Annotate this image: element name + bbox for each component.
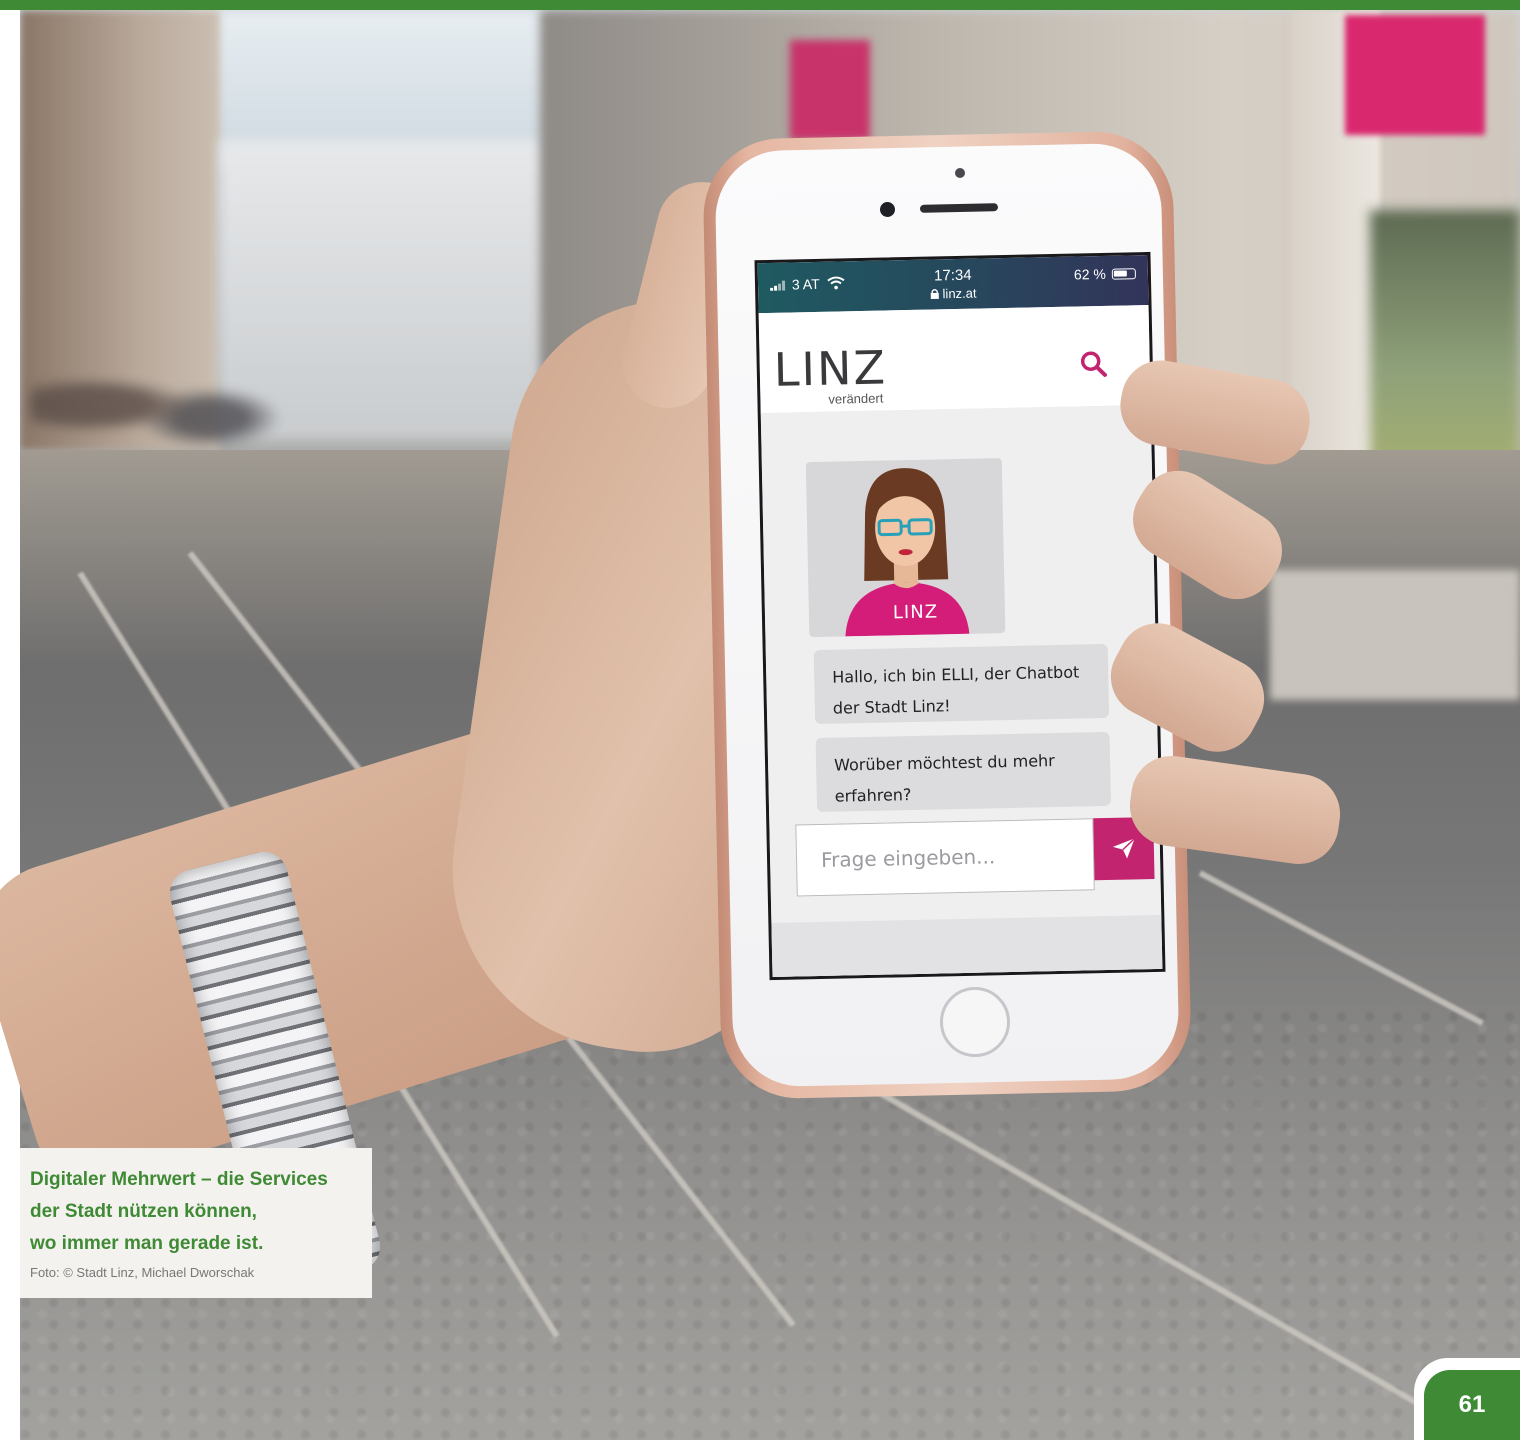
home-button[interactable] [940, 987, 1010, 1057]
photo-caption: Digitaler Mehrwert – die Services der St… [20, 1148, 372, 1298]
shop-sign [1345, 15, 1485, 135]
chatbot-avatar: LINZ [805, 458, 1006, 638]
send-icon [1112, 837, 1136, 859]
earpiece-speaker [919, 203, 999, 213]
status-bar: 3 AT 17:34 linz.at 62 % [757, 254, 1149, 314]
caption-line: wo immer man gerade ist. [30, 1233, 264, 1254]
caption-text: Digitaler Mehrwert – die Services der St… [30, 1164, 370, 1260]
linz-logo[interactable]: LINZ [773, 340, 887, 396]
photo-credit: Foto: © Stadt Linz, Michael Dworschak [30, 1265, 255, 1280]
lock-icon [930, 289, 939, 300]
banner [790, 40, 870, 140]
search-icon[interactable] [1079, 350, 1108, 379]
battery-percent: 62 % [1073, 265, 1107, 283]
caption-line: Digitaler Mehrwert – die Services [30, 1169, 328, 1190]
top-accent-bar [0, 0, 1520, 10]
site-header: LINZ verändert [758, 304, 1151, 415]
bot-message: Hallo, ich bin ELLI, der Chatbot der Sta… [813, 643, 1110, 725]
page-margin [0, 10, 20, 1440]
front-camera [880, 202, 895, 217]
page-number: 61 [1424, 1370, 1520, 1440]
phone-screen: 3 AT 17:34 linz.at 62 % LINZ verändert L… [754, 251, 1166, 981]
avatar-badge: LINZ [892, 601, 939, 624]
question-input[interactable] [795, 818, 1095, 897]
caption-line: der Stadt nützen können, [30, 1201, 257, 1222]
url-text: linz.at [942, 285, 977, 302]
battery-icon [1111, 267, 1136, 280]
chat-footer [771, 914, 1163, 981]
proximity-sensor [955, 168, 965, 178]
chat-window: LINZ Hallo, ich bin ELLI, der Chatbot de… [760, 404, 1163, 981]
battery-status: 62 % [1073, 265, 1136, 283]
bot-message: Worüber möchtest du mehr erfahren? [815, 731, 1112, 813]
chat-input-row [795, 816, 1156, 897]
sidewalk [1270, 570, 1520, 700]
logo-tagline: verändert [828, 390, 884, 407]
